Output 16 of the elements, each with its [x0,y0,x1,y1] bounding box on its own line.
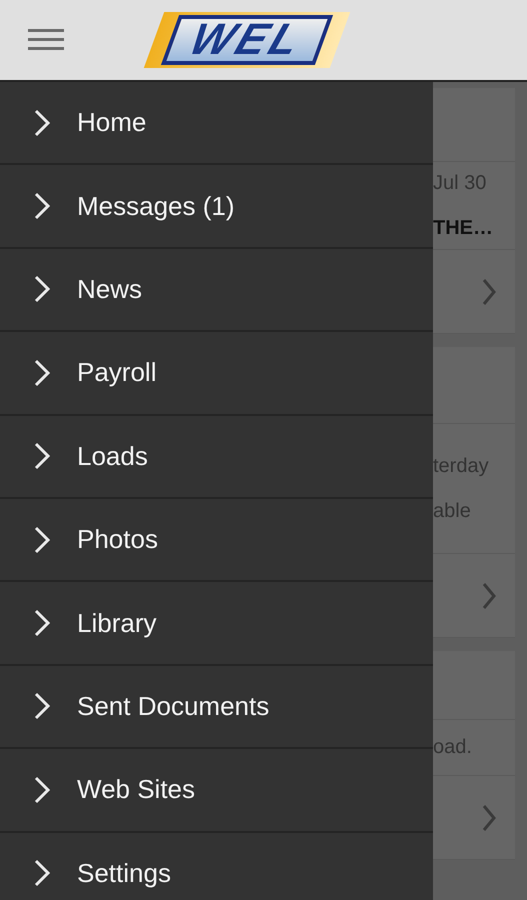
card-text: THE… [433,216,494,240]
chevron-icon [34,526,50,554]
chevron-icon[interactable] [482,804,496,832]
logo: WEL [144,12,350,68]
chevron-icon [34,859,50,888]
chevron-icon [34,609,50,638]
menu-icon[interactable] [28,28,64,52]
chevron-icon [34,692,50,720]
chevron-icon[interactable] [482,278,496,306]
chevron-icon [34,358,50,387]
chevron-icon [34,776,50,804]
chevron-icon [34,442,50,470]
chevron-icon[interactable] [482,582,496,610]
chevron-icon [34,108,50,137]
chevron-icon [34,192,50,220]
chevron-icon [34,275,50,304]
